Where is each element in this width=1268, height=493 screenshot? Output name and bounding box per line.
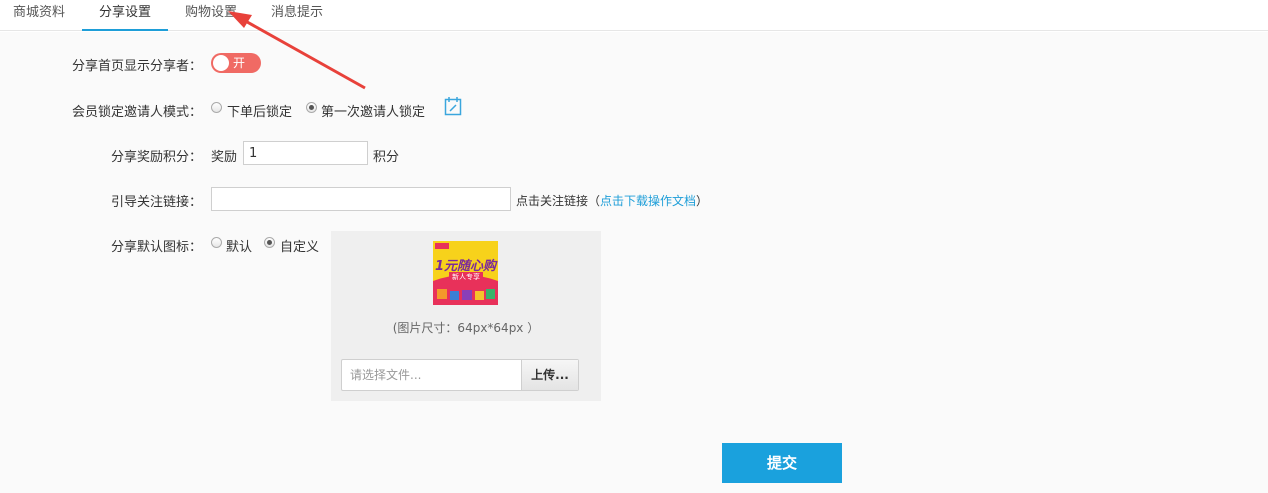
toggle-state-text: 开 — [233, 56, 246, 70]
share-reward-label: 分享奖励积分： — [110, 150, 202, 165]
tab-bar: 商城资料 分享设置 购物设置 消息提示 — [0, 0, 1268, 31]
image-size-note: (图片尺寸：64px*64px ） — [392, 321, 540, 335]
upload-button[interactable]: 上传... — [521, 360, 578, 390]
preview-subtitle: 新人专享 — [449, 272, 483, 282]
reward-prefix: 奖励 — [211, 150, 238, 165]
icon-default-radio[interactable] — [211, 237, 222, 248]
lock-after-order-label[interactable]: 下单后锁定 — [227, 101, 292, 120]
lock-first-inviter-radio[interactable] — [306, 102, 317, 113]
share-icon-preview: 1元随心购 新人专享 — [433, 241, 498, 305]
icon-custom-label[interactable]: 自定义 — [280, 236, 319, 255]
toggle-knob — [213, 55, 229, 71]
icon-default-label[interactable]: 默认 — [226, 236, 252, 255]
show-sharer-label: 分享首页显示分享者： — [71, 59, 202, 74]
icon-custom-radio[interactable] — [264, 237, 275, 248]
follow-link-hint: 点击关注链接（点击下载操作文档） — [516, 192, 708, 209]
file-picker[interactable]: 请选择文件... 上传... — [341, 359, 579, 391]
follow-link-input[interactable] — [211, 187, 511, 211]
reward-points-input[interactable] — [243, 141, 368, 165]
lock-after-order-radio[interactable] — [211, 102, 222, 113]
tab-message-notice[interactable]: 消息提示 — [254, 0, 340, 31]
lock-mode-label: 会员锁定邀请人模式： — [71, 105, 202, 120]
file-placeholder[interactable]: 请选择文件... — [350, 360, 421, 390]
tab-share-settings[interactable]: 分享设置 — [82, 0, 168, 31]
follow-link-hint-text: 点击关注链接 — [516, 194, 589, 208]
paren-close: ） — [696, 194, 709, 208]
follow-link-label: 引导关注链接： — [110, 195, 202, 210]
download-doc-link[interactable]: 点击下载操作文档 — [600, 194, 696, 208]
submit-button[interactable]: 提交 — [722, 443, 842, 483]
reward-suffix: 积分 — [373, 150, 400, 165]
show-sharer-toggle[interactable]: 开 — [211, 53, 261, 73]
default-icon-label: 分享默认图标： — [110, 240, 202, 255]
calendar-edit-icon[interactable] — [444, 96, 462, 116]
paren-open: （ — [588, 194, 601, 208]
tab-mall-info[interactable]: 商城资料 — [0, 0, 78, 31]
tab-shopping-settings[interactable]: 购物设置 — [168, 0, 254, 31]
lock-first-inviter-label[interactable]: 第一次邀请人锁定 — [321, 101, 425, 120]
